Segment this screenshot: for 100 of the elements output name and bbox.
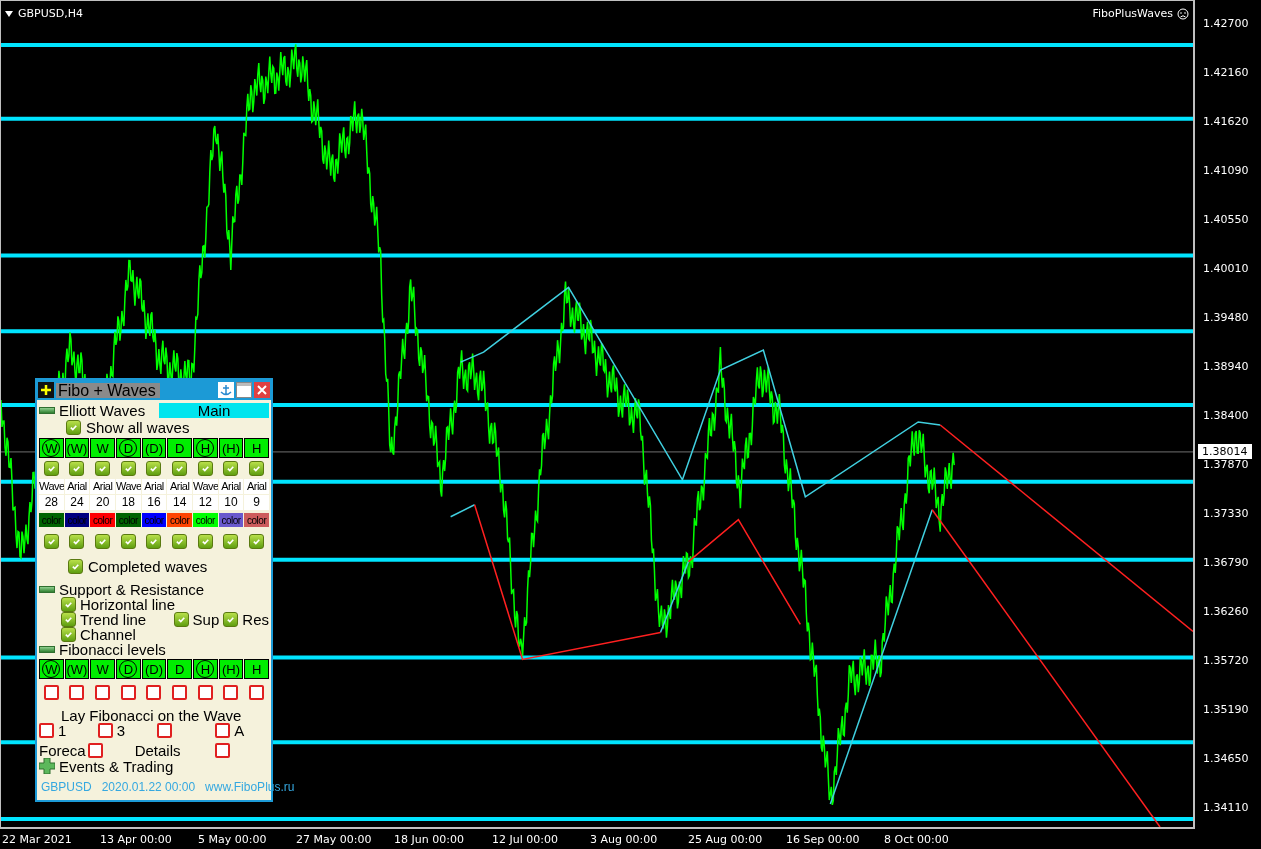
wave-button[interactable]: W [39, 659, 64, 679]
checkbox[interactable] [249, 685, 265, 700]
checkbox[interactable] [61, 627, 76, 642]
font-name[interactable]: Arial [244, 479, 269, 494]
checkbox[interactable] [223, 534, 239, 549]
font-name[interactable]: Wave [116, 479, 141, 494]
check-icon [68, 422, 79, 433]
font-size[interactable]: 14 [167, 495, 192, 510]
wave-button[interactable]: H [193, 659, 218, 679]
checkbox[interactable] [120, 534, 136, 549]
font-size[interactable]: 12 [193, 495, 218, 510]
plus-icon[interactable] [38, 382, 54, 398]
checkbox[interactable] [95, 534, 111, 549]
checkbox[interactable] [68, 559, 83, 574]
checkbox[interactable] [197, 534, 213, 549]
checkbox[interactable] [223, 461, 239, 476]
checkbox[interactable] [120, 685, 136, 700]
dropdown-icon[interactable] [5, 11, 13, 18]
check-icon [63, 614, 74, 625]
wave-button[interactable]: W [39, 438, 64, 458]
price-label: 1.41090 [1203, 163, 1250, 179]
color-swatch[interactable]: color [193, 513, 218, 527]
anchor-icon[interactable] [218, 382, 234, 398]
font-name[interactable]: Wave [193, 479, 218, 494]
font-name[interactable]: Arial [90, 479, 115, 494]
checkbox[interactable] [172, 461, 188, 476]
wave-button[interactable]: H [244, 659, 269, 679]
checkbox[interactable] [69, 461, 85, 476]
color-swatch[interactable]: color [218, 513, 244, 527]
font-name[interactable]: Arial [64, 479, 90, 494]
window-icon[interactable] [236, 382, 252, 398]
checkbox[interactable] [43, 534, 59, 549]
wave-button[interactable]: (W) [64, 438, 90, 458]
wave-button[interactable]: (D) [141, 659, 167, 679]
wave-button[interactable]: H [244, 438, 269, 458]
price-label: 1.42700 [1203, 16, 1250, 32]
font-size[interactable]: 18 [116, 495, 141, 510]
checkbox[interactable] [61, 612, 76, 627]
checkbox[interactable] [120, 461, 136, 476]
font-size[interactable]: 10 [218, 495, 244, 510]
color-swatch[interactable]: color [167, 513, 192, 527]
checkbox[interactable] [214, 743, 230, 758]
wave-button[interactable]: H [193, 438, 218, 458]
checkbox[interactable] [146, 534, 162, 549]
wave-button[interactable]: (D) [141, 438, 167, 458]
wave-button[interactable]: D [116, 438, 141, 458]
wave-button[interactable]: (H) [218, 659, 244, 679]
wave-button[interactable]: (W) [64, 659, 90, 679]
collapse-icon[interactable] [39, 586, 55, 593]
checkbox[interactable] [146, 685, 162, 700]
font-name[interactable]: Arial [167, 479, 192, 494]
checkbox[interactable] [69, 685, 85, 700]
check-icon [176, 614, 186, 625]
option-label: Foreca [39, 743, 86, 758]
font-size[interactable]: 28 [39, 495, 64, 510]
checkbox[interactable] [172, 534, 188, 549]
time-label: 16 Sep 00:00 [785, 832, 861, 848]
expand-icon[interactable] [39, 758, 55, 774]
wave-button[interactable]: D [167, 438, 192, 458]
main-button[interactable]: Main [159, 403, 269, 418]
collapse-icon[interactable] [39, 407, 55, 414]
check-icon [72, 536, 82, 547]
collapse-icon[interactable] [39, 646, 55, 653]
checkbox[interactable] [197, 461, 213, 476]
color-swatch[interactable]: color [244, 513, 269, 527]
font-size[interactable]: 16 [141, 495, 167, 510]
font-size[interactable]: 9 [244, 495, 269, 510]
price-label: 1.40010 [1203, 261, 1250, 277]
checkbox[interactable] [223, 612, 239, 627]
close-icon[interactable] [254, 382, 270, 398]
checkbox[interactable] [43, 461, 59, 476]
checkbox[interactable] [156, 723, 172, 738]
check-icon [226, 614, 236, 625]
checkbox[interactable] [95, 685, 111, 700]
checkbox[interactable] [146, 461, 162, 476]
checkbox[interactable] [97, 723, 113, 738]
checkbox[interactable] [173, 612, 189, 627]
color-swatch[interactable]: color [90, 513, 115, 527]
checkbox[interactable] [66, 420, 81, 435]
checkbox[interactable] [39, 723, 54, 738]
font-size[interactable]: 20 [90, 495, 115, 510]
wave-button[interactable]: (H) [218, 438, 244, 458]
font-name[interactable]: Arial [218, 479, 244, 494]
checkbox[interactable] [223, 685, 239, 700]
checkbox[interactable] [69, 534, 85, 549]
checkbox[interactable] [87, 743, 103, 758]
font-size[interactable]: 24 [64, 495, 90, 510]
checkbox[interactable] [249, 461, 265, 476]
checkbox[interactable] [95, 461, 111, 476]
checkbox[interactable] [172, 685, 188, 700]
checkbox[interactable] [249, 534, 265, 549]
checkbox[interactable] [197, 685, 213, 700]
wave-button[interactable]: W [90, 659, 115, 679]
wave-button[interactable]: D [167, 659, 192, 679]
wave-button[interactable]: W [90, 438, 115, 458]
font-name[interactable]: Arial [141, 479, 167, 494]
checkbox[interactable] [215, 723, 231, 738]
wave-button[interactable]: D [116, 659, 141, 679]
checkbox[interactable] [43, 685, 59, 700]
font-name[interactable]: Wave [39, 479, 64, 494]
